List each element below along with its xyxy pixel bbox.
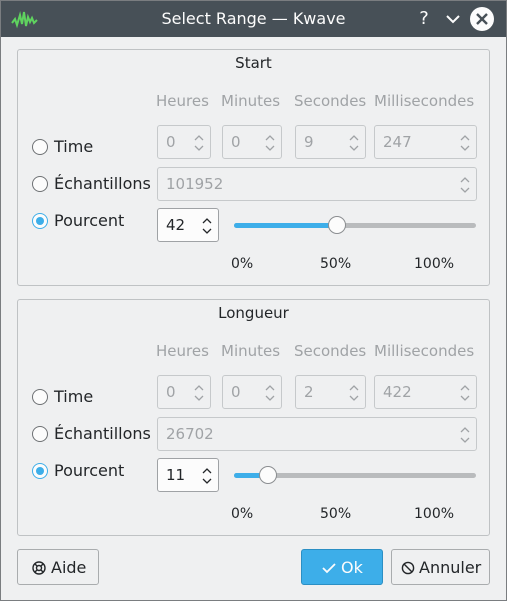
start-seconds-spinbox[interactable]: 9 — [295, 125, 366, 159]
col-head-milliseconds: Millisecondes — [374, 92, 475, 110]
start-slider-fill — [234, 223, 338, 228]
title-bar: Select Range — Kwave ? — [1, 1, 506, 37]
start-group-title: Start — [235, 54, 272, 72]
length-tick-50: 50% — [320, 506, 352, 522]
cancel-icon — [401, 561, 415, 575]
start-tick-100: 100% — [414, 256, 455, 272]
col-head-seconds: Secondes — [294, 342, 367, 360]
length-hours-value: 0 — [166, 383, 176, 401]
length-ms-value: 422 — [383, 383, 412, 401]
ok-button-label: Ok — [341, 558, 363, 577]
spin-arrows-icon — [460, 177, 470, 193]
length-percent-value: 11 — [166, 466, 186, 484]
length-time-radio[interactable] — [32, 389, 48, 405]
col-head-milliseconds: Millisecondes — [374, 342, 475, 360]
col-head-hours: Heures — [156, 92, 209, 110]
col-head-minutes: Minutes — [221, 92, 281, 110]
length-samples-spinbox[interactable]: 26702 — [157, 417, 477, 451]
spin-arrows-icon — [194, 385, 204, 401]
length-slider-handle[interactable] — [258, 466, 277, 484]
spin-arrows-icon — [460, 135, 470, 151]
cancel-button[interactable]: Annuler — [391, 549, 490, 585]
start-percent-spinbox[interactable]: 42 — [157, 208, 219, 242]
start-tick-0: 0% — [231, 256, 254, 272]
length-samples-value: 26702 — [166, 425, 214, 443]
spin-arrows-icon — [349, 385, 359, 401]
col-head-hours: Heures — [156, 342, 209, 360]
lifebuoy-icon — [32, 561, 46, 575]
start-samples-spinbox[interactable]: 101952 — [157, 167, 477, 201]
start-samples-value: 101952 — [166, 175, 224, 193]
start-ms-spinbox[interactable]: 247 — [374, 125, 477, 159]
length-group-title: Longueur — [218, 304, 289, 322]
cancel-button-label: Annuler — [419, 558, 482, 577]
spin-arrows-icon — [349, 135, 359, 151]
length-time-label: Time — [54, 387, 94, 406]
start-time-label: Time — [54, 137, 94, 156]
help-icon[interactable]: ? — [412, 7, 436, 31]
start-percent-radio[interactable] — [32, 213, 48, 229]
length-minutes-spinbox[interactable]: 0 — [222, 375, 282, 409]
length-percent-spinbox[interactable]: 11 — [157, 458, 219, 492]
minimize-icon[interactable] — [441, 7, 465, 31]
length-group: Longueur Heures Minutes Secondes Millise… — [17, 299, 490, 536]
start-slider-handle[interactable] — [328, 216, 347, 234]
start-samples-radio[interactable] — [32, 176, 48, 192]
ok-button[interactable]: Ok — [301, 549, 383, 585]
spin-arrows-icon — [460, 427, 470, 443]
check-icon — [322, 563, 336, 574]
start-ms-value: 247 — [383, 133, 412, 151]
col-head-seconds: Secondes — [294, 92, 367, 110]
length-tick-100: 100% — [414, 506, 455, 522]
length-percent-radio[interactable] — [32, 463, 48, 479]
start-percent-label: Pourcent — [54, 211, 125, 230]
help-button-label: Aide — [51, 558, 87, 577]
spin-arrows-icon — [194, 135, 204, 151]
spin-arrows-icon — [265, 385, 275, 401]
start-minutes-value: 0 — [231, 133, 241, 151]
spin-arrows-icon — [202, 218, 212, 234]
length-hours-spinbox[interactable]: 0 — [157, 375, 211, 409]
length-samples-radio[interactable] — [32, 426, 48, 442]
start-hours-spinbox[interactable]: 0 — [157, 125, 211, 159]
start-hours-value: 0 — [166, 133, 176, 151]
spin-arrows-icon — [265, 135, 275, 151]
spin-arrows-icon — [460, 385, 470, 401]
start-group: Start Heures Minutes Secondes Millisecon… — [17, 49, 490, 286]
length-percent-label: Pourcent — [54, 461, 125, 480]
length-ms-spinbox[interactable]: 422 — [374, 375, 477, 409]
close-icon[interactable] — [470, 7, 494, 31]
select-range-dialog: Select Range — Kwave ? Start Heures Minu… — [0, 0, 507, 601]
length-minutes-value: 0 — [231, 383, 241, 401]
help-button[interactable]: Aide — [17, 549, 99, 585]
start-seconds-value: 9 — [304, 133, 314, 151]
start-samples-label: Échantillons — [54, 174, 151, 193]
length-samples-label: Échantillons — [54, 424, 151, 443]
length-tick-0: 0% — [231, 506, 254, 522]
length-seconds-value: 2 — [304, 383, 314, 401]
start-percent-slider[interactable] — [234, 216, 476, 234]
start-tick-50: 50% — [320, 256, 352, 272]
spin-arrows-icon — [202, 468, 212, 484]
start-percent-value: 42 — [166, 216, 186, 234]
length-seconds-spinbox[interactable]: 2 — [295, 375, 366, 409]
start-minutes-spinbox[interactable]: 0 — [222, 125, 282, 159]
start-time-radio[interactable] — [32, 139, 48, 155]
col-head-minutes: Minutes — [221, 342, 281, 360]
length-percent-slider[interactable] — [234, 466, 476, 484]
